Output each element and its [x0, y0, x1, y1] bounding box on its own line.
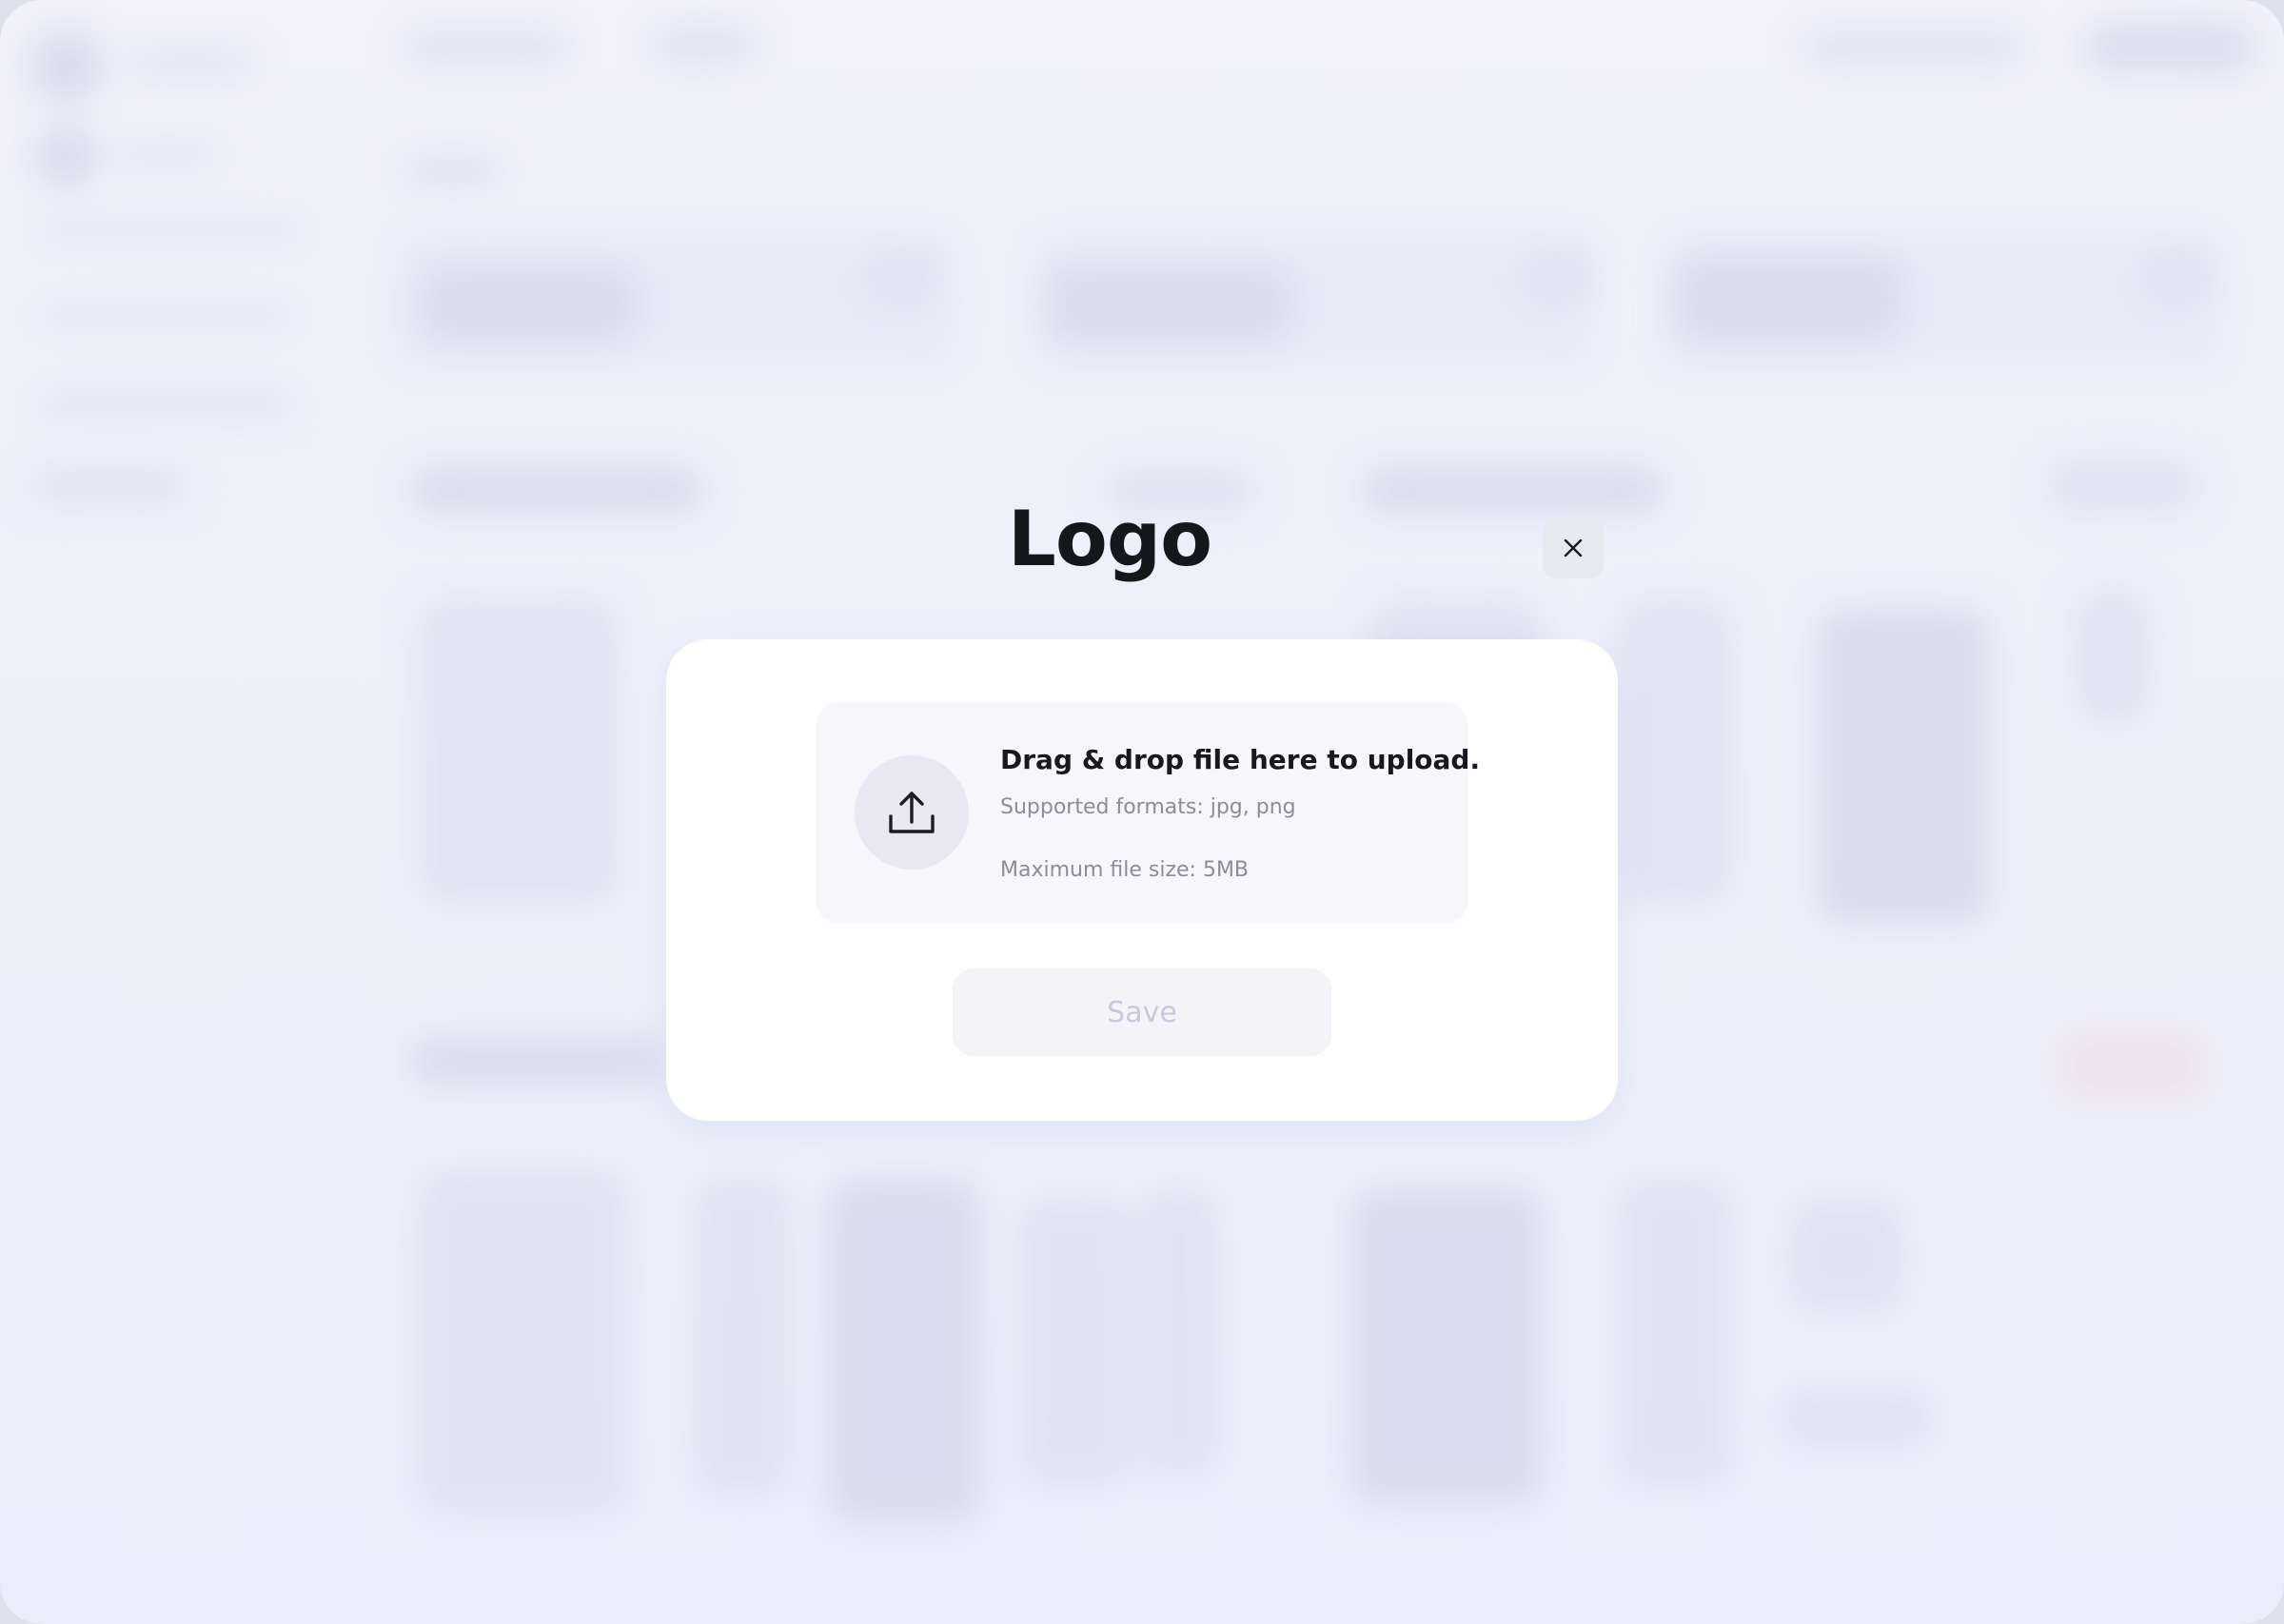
supported-formats-text: Supported formats: jpg, png — [1000, 795, 1296, 819]
file-dropzone[interactable]: Drag & drop file here to upload. Support… — [817, 702, 1480, 923]
upload-icon-container — [855, 755, 969, 870]
close-icon — [1563, 538, 1584, 558]
screen: Logo Drag & drop file here to upload. Su… — [0, 0, 2284, 1624]
max-file-size-text: Maximum file size: 5MB — [1000, 858, 1250, 882]
dropzone-heading: Drag & drop file here to upload. — [1000, 744, 1481, 775]
upload-icon — [885, 786, 938, 839]
upload-dialog: Drag & drop file here to upload. Support… — [666, 639, 1618, 1121]
close-button[interactable] — [1543, 518, 1604, 578]
save-button[interactable]: Save — [953, 969, 1331, 1056]
dialog-title: Logo — [1007, 495, 1212, 583]
